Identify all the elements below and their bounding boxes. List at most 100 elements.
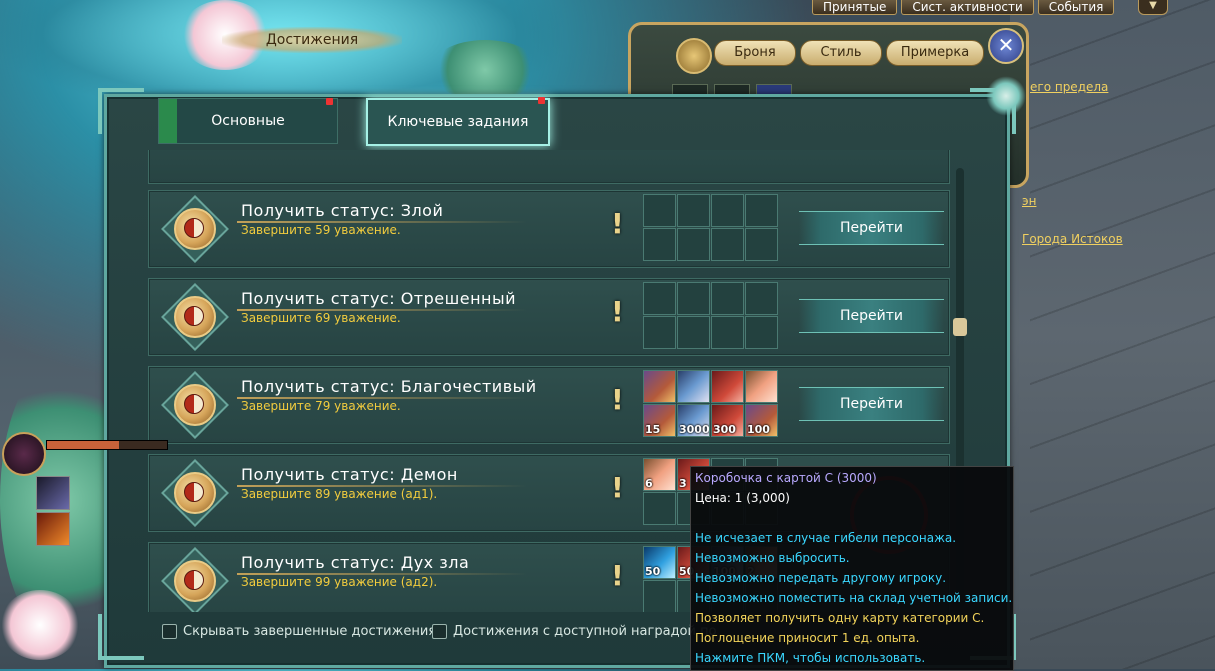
notification-dot [538, 97, 545, 104]
reward-slot[interactable] [677, 228, 710, 261]
item-quantity: 100 [747, 423, 770, 436]
reward-item-icon[interactable] [711, 370, 744, 403]
events-button[interactable]: События [1037, 0, 1115, 15]
achievement-row-partial [148, 150, 950, 184]
checkbox-label: Достижения с доступной наградой по [453, 624, 717, 639]
reward-slot[interactable] [745, 228, 778, 261]
achievement-requirement: Завершите 99 уважение (ад2). [241, 575, 438, 589]
achievement-medal-icon [161, 195, 229, 263]
reward-item-icon[interactable]: 3000 [677, 404, 710, 437]
background-stone-lines [1030, 0, 1215, 669]
reward-slot[interactable] [643, 580, 676, 612]
accepted-button[interactable]: Принятые [812, 0, 898, 15]
reward-slot[interactable] [677, 194, 710, 227]
achievement-title: Получить статус: Дух зла [241, 553, 470, 572]
reward-grid [643, 282, 778, 350]
tooltip-line: Невозможно передать другому игроку. [695, 571, 947, 585]
reward-slot[interactable] [643, 316, 676, 349]
achievement-title: Получить статус: Злой [241, 201, 444, 220]
tab-main[interactable]: Основные [158, 98, 338, 144]
item-quantity: 50 [645, 565, 661, 578]
item-quantity: 3000 [679, 423, 710, 436]
reward-slot[interactable] [711, 316, 744, 349]
lotus-flower [0, 590, 80, 660]
lily-pad [430, 40, 540, 100]
reward-item-icon[interactable] [643, 370, 676, 403]
checkbox-box[interactable] [432, 624, 447, 639]
available-rewards-checkbox[interactable]: Достижения с доступной наградой по [432, 624, 717, 639]
item-quantity: 3 [679, 477, 687, 490]
achievement-medal-icon [161, 371, 229, 439]
corner-ornament [98, 88, 144, 134]
system-activity-button[interactable]: Сист. активности [901, 0, 1034, 15]
close-icon[interactable]: ✕ [988, 28, 1024, 64]
achievement-row: Получить статус: Благочестивый Завершите… [148, 366, 950, 444]
tooltip-item-name: Коробочка с картой С (3000) [695, 471, 877, 485]
achievement-requirement: Завершите 59 уважение. [241, 223, 401, 237]
achievement-title: Получить статус: Благочестивый [241, 377, 537, 396]
go-button[interactable]: Перейти [799, 299, 944, 333]
reward-slot[interactable] [643, 194, 676, 227]
exclamation-icon: ! [611, 471, 624, 504]
reward-slot[interactable] [711, 228, 744, 261]
checkbox-label: Скрывать завершенные достижения [183, 624, 437, 639]
reward-item-icon[interactable]: 6 [643, 458, 676, 491]
chevron-down-icon[interactable]: ▼ [1138, 0, 1168, 15]
achievement-title: Получить статус: Демон [241, 465, 458, 484]
tooltip-hint: Нажмите ПКМ, чтобы использовать. [695, 651, 926, 665]
reward-item-icon[interactable]: 15 [643, 404, 676, 437]
window-title: Достижения [222, 27, 402, 53]
reward-slot[interactable] [677, 316, 710, 349]
reward-slot[interactable] [643, 228, 676, 261]
exclamation-icon: ! [611, 295, 624, 328]
achievement-title: Получить статус: Отрешенный [241, 289, 517, 308]
quest-link[interactable]: Города Истоков [1022, 232, 1123, 246]
go-button[interactable]: Перейти [799, 211, 944, 245]
tooltip-line: Позволяет получить одну карту категории … [695, 611, 985, 625]
reward-slot[interactable] [711, 194, 744, 227]
tab-key-quests[interactable]: Ключевые задания [366, 98, 550, 146]
reward-slot[interactable] [745, 282, 778, 315]
achievement-medal-icon [161, 459, 229, 527]
hide-completed-checkbox[interactable]: Скрывать завершенные достижения [162, 624, 436, 639]
item-quantity: 300 [713, 423, 736, 436]
reward-slot[interactable] [677, 282, 710, 315]
reward-slot[interactable] [745, 316, 778, 349]
item-quantity: 6 [645, 477, 653, 490]
reward-slot[interactable] [711, 282, 744, 315]
tab-armor[interactable]: Броня [714, 40, 796, 66]
skill-icon[interactable] [36, 476, 70, 510]
achievement-requirement: Завершите 89 уважение (ад1). [241, 487, 438, 501]
tooltip-line: Невозможно поместить на склад учетной за… [695, 591, 1013, 605]
top-menu: Принятые Сист. активности События [812, 0, 1115, 15]
flower-ornament-icon [986, 76, 1026, 116]
reward-item-icon[interactable]: 300 [711, 404, 744, 437]
reward-grid: 15 3000 300 100 [643, 370, 778, 438]
exclamation-icon: ! [611, 207, 624, 240]
reward-item-icon[interactable] [745, 370, 778, 403]
tab-style[interactable]: Стиль [800, 40, 882, 66]
tab-try-on[interactable]: Примерка [886, 40, 984, 66]
notification-dot [326, 98, 333, 105]
reward-item-icon[interactable] [677, 370, 710, 403]
reward-item-icon[interactable]: 50 [643, 546, 676, 579]
go-button[interactable]: Перейти [799, 387, 944, 421]
reward-slot[interactable] [643, 492, 676, 525]
tooltip-line: Не исчезает в случае гибели персонажа. [695, 531, 957, 545]
reward-slot[interactable] [643, 282, 676, 315]
reward-grid [643, 194, 778, 262]
reward-slot[interactable] [745, 194, 778, 227]
checkbox-box[interactable] [162, 624, 177, 639]
quest-link[interactable]: эн [1022, 194, 1036, 208]
quest-link[interactable]: его предела [1030, 80, 1108, 94]
exclamation-icon: ! [611, 559, 624, 592]
skill-icon[interactable] [36, 512, 70, 546]
equipment-emblem-icon [676, 38, 712, 74]
character-portrait[interactable] [2, 432, 46, 476]
reward-item-icon[interactable]: 100 [745, 404, 778, 437]
item-quantity: 15 [645, 423, 661, 436]
item-tooltip: Коробочка с картой С (3000) Цена: 1 (3,0… [690, 466, 1014, 671]
achievement-requirement: Завершите 69 уважение. [241, 311, 401, 325]
scrollbar-thumb[interactable] [953, 318, 967, 336]
achievement-medal-icon [161, 547, 229, 612]
